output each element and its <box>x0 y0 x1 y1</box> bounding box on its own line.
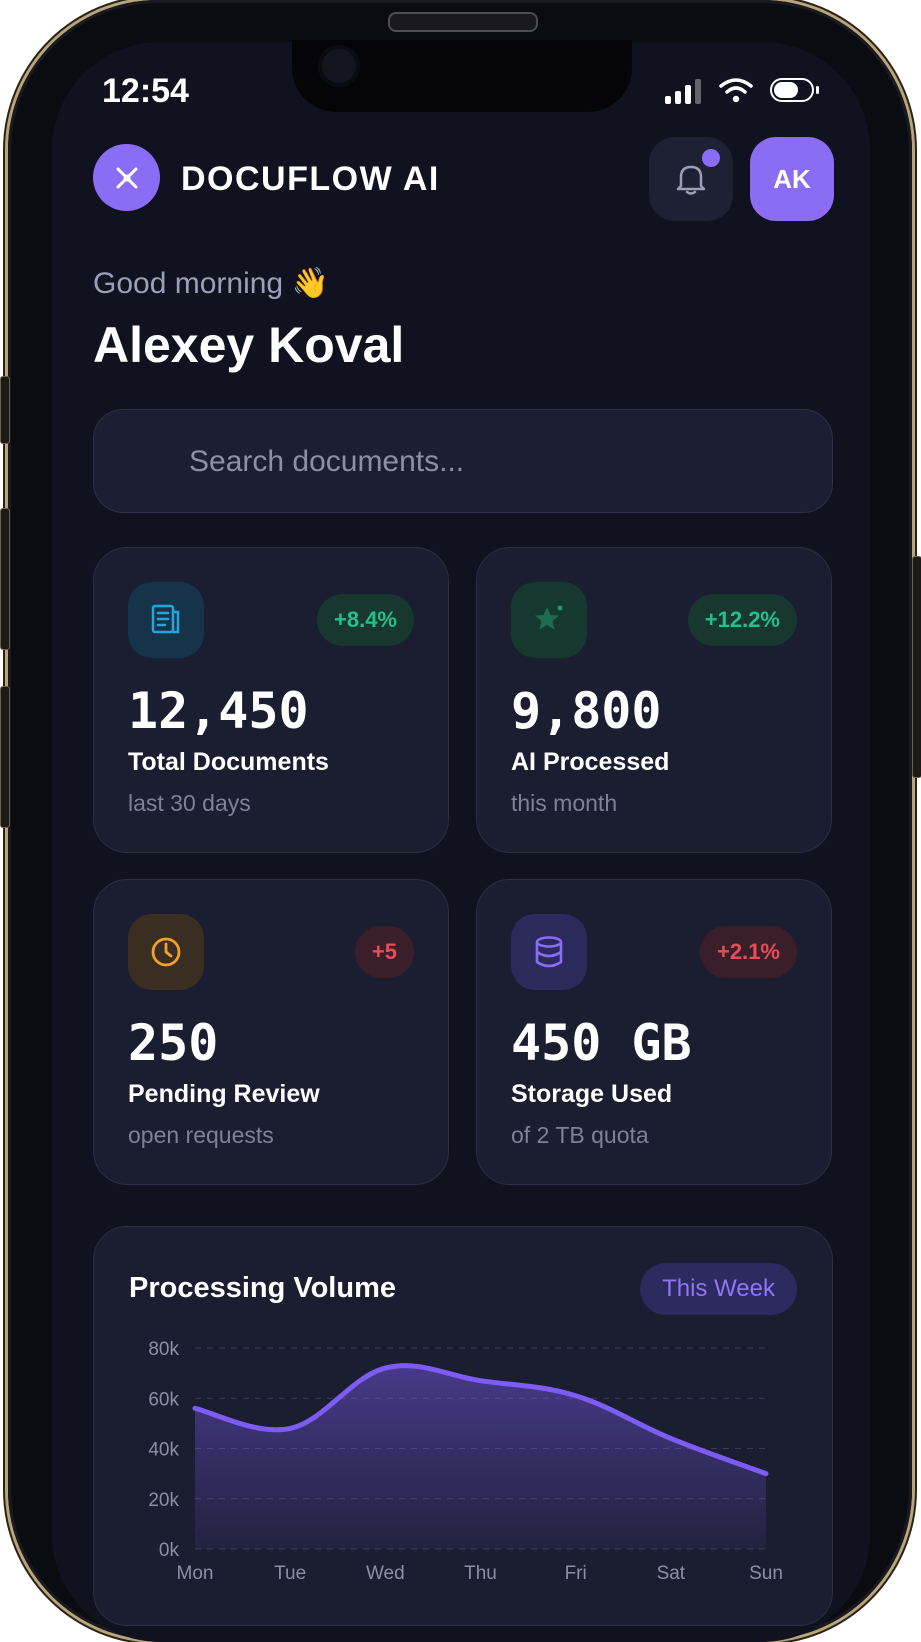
stat-subtitle: open requests <box>128 1122 274 1149</box>
wifi-icon <box>718 76 754 104</box>
volume-up-button <box>0 508 10 650</box>
speaker-grille <box>388 12 538 32</box>
search-input[interactable] <box>187 438 791 486</box>
stat-icon-box <box>128 582 204 658</box>
power-button <box>912 556 921 778</box>
stat-subtitle: last 30 days <box>128 790 251 817</box>
front-camera <box>318 45 360 87</box>
stat-value: 12,450 <box>128 682 309 740</box>
stat-card-ai-processed[interactable]: +12.2% 9,800 AI Processed this month <box>476 547 832 853</box>
stat-value: 250 <box>128 1014 218 1072</box>
search-bar[interactable] <box>93 409 833 513</box>
y-tick-label: 20k <box>148 1490 179 1511</box>
x-tick-label: Wed <box>366 1563 405 1584</box>
app-logo[interactable] <box>93 144 160 211</box>
x-tick-label: Sun <box>749 1563 783 1584</box>
stat-icon-box <box>511 914 587 990</box>
clock-icon <box>149 935 183 969</box>
change-badge: +5 <box>355 926 414 978</box>
x-tick-label: Thu <box>464 1563 497 1584</box>
volume-down-button <box>0 686 10 828</box>
user-name: Alexey Koval <box>93 316 404 374</box>
stat-value: 9,800 <box>511 682 662 740</box>
y-tick-label: 60k <box>148 1389 179 1410</box>
status-time: 12:54 <box>102 72 189 111</box>
stat-label: Total Documents <box>128 748 329 777</box>
change-badge: +8.4% <box>317 594 414 646</box>
stat-label: Pending Review <box>128 1080 320 1109</box>
stat-subtitle: of 2 TB quota <box>511 1122 649 1149</box>
processing-volume-card: Processing Volume This Week 0k20k40k60k8… <box>93 1226 833 1626</box>
battery-icon <box>770 78 814 102</box>
stat-icon-box <box>511 582 587 658</box>
star-icon <box>531 602 567 638</box>
y-tick-label: 80k <box>148 1339 179 1360</box>
brand-name: DOCUFLOW AI <box>181 160 440 199</box>
stat-value: 450 GB <box>511 1014 692 1072</box>
x-tick-label: Sat <box>657 1563 686 1584</box>
bell-icon <box>675 162 707 196</box>
nodes-icon <box>112 163 142 193</box>
change-badge: +2.1% <box>700 926 797 978</box>
x-tick-label: Fri <box>565 1563 587 1584</box>
stat-subtitle: this month <box>511 790 617 817</box>
y-tick-label: 0k <box>159 1540 180 1561</box>
x-tick-label: Mon <box>177 1563 214 1584</box>
processing-volume-chart: 0k 20k 40k 60k 80k Mon Tue Wed Thu Fri Sat Sun <box>94 1227 834 1627</box>
series-area <box>195 1366 766 1549</box>
database-icon <box>532 934 566 970</box>
stat-card-pending-review[interactable]: +5 250 Pending Review open requests <box>93 879 449 1185</box>
stat-card-total-documents[interactable]: +8.4% 12,450 Total Documents last 30 day… <box>93 547 449 853</box>
y-tick-label: 40k <box>148 1440 179 1461</box>
change-badge: +12.2% <box>688 594 797 646</box>
silent-switch <box>0 376 10 444</box>
stat-icon-box <box>128 914 204 990</box>
document-icon <box>150 603 182 637</box>
user-avatar[interactable]: AK <box>750 137 834 221</box>
stat-label: Storage Used <box>511 1080 672 1109</box>
notification-dot <box>702 149 720 167</box>
stat-card-storage-used[interactable]: +2.1% 450 GB Storage Used of 2 TB quota <box>476 879 832 1185</box>
notifications-button[interactable] <box>649 137 733 221</box>
greeting-text: Good morning 👋 <box>93 266 329 301</box>
signal-icon <box>665 78 701 104</box>
x-tick-label: Tue <box>274 1563 306 1584</box>
stat-label: AI Processed <box>511 748 669 777</box>
